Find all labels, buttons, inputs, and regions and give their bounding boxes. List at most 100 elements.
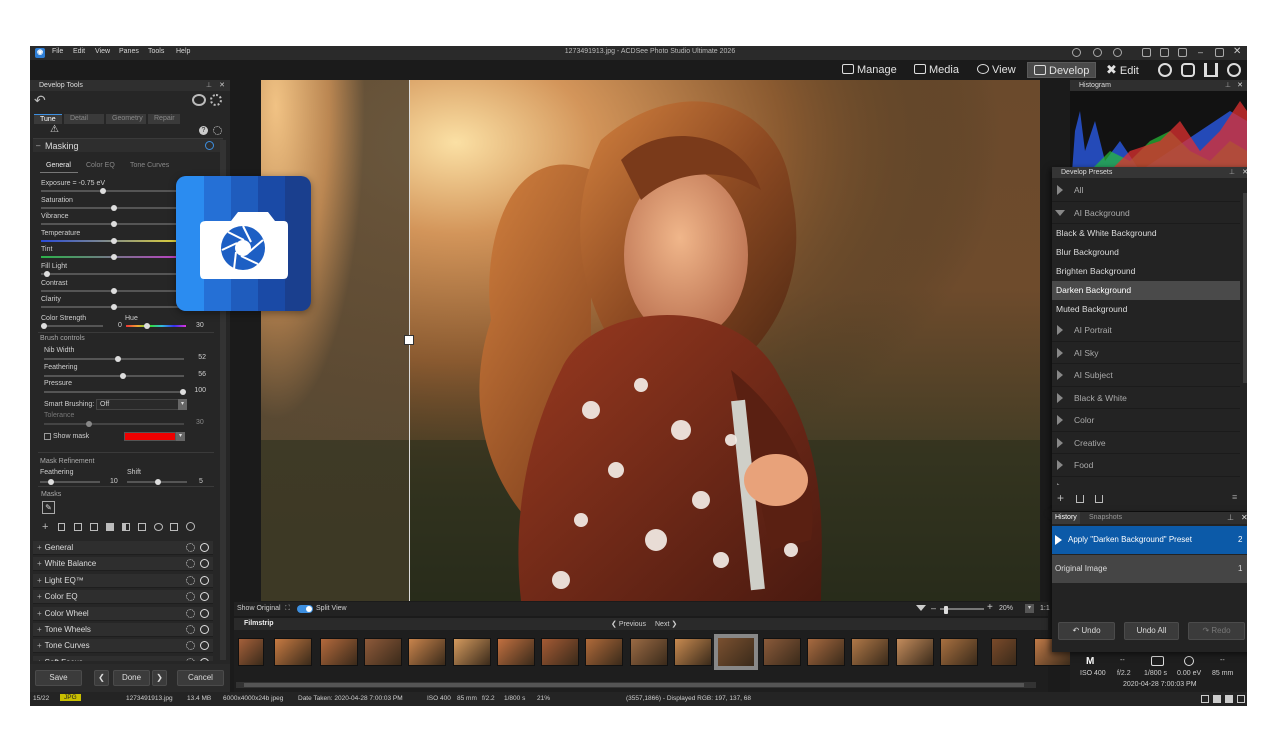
feedback-icon[interactable]	[1072, 48, 1081, 57]
help-icon[interactable]: ?	[199, 126, 208, 135]
masking-header[interactable]: – Masking	[33, 138, 223, 152]
section-soft-focus[interactable]: +Soft Focus	[33, 655, 213, 661]
section-gear-icon[interactable]	[186, 625, 195, 634]
thumbnail[interactable]	[453, 638, 491, 666]
preset-category[interactable]: AI Portrait	[1052, 319, 1240, 342]
history-row-current[interactable]: Apply "Darken Background" Preset 2	[1052, 526, 1247, 554]
preset-category[interactable]: General	[1052, 477, 1240, 485]
section-gear-icon[interactable]	[186, 559, 195, 569]
reset-icon[interactable]	[192, 94, 206, 106]
cloud-icon[interactable]	[1181, 63, 1195, 77]
365-icon[interactable]	[1158, 63, 1172, 77]
color-strength-slider[interactable]	[41, 323, 103, 329]
invert-mask-icon[interactable]	[122, 523, 130, 531]
adjust-slider[interactable]	[41, 188, 185, 194]
close-panel-icon[interactable]: ✕	[219, 80, 225, 91]
tab-snapshots[interactable]: Snapshots	[1089, 514, 1122, 521]
close-window-icon[interactable]: ✕	[1233, 46, 1241, 57]
menu-file[interactable]: File	[52, 48, 63, 55]
slider-knob[interactable]	[41, 323, 47, 329]
zoom-menu-icon[interactable]	[916, 605, 926, 611]
slider-knob[interactable]	[114, 356, 121, 362]
target-mask-icon[interactable]	[186, 522, 195, 531]
slider-knob[interactable]	[144, 323, 150, 329]
chevron-down-icon[interactable]: ▾	[178, 399, 187, 410]
slider-knob[interactable]	[99, 188, 106, 194]
preset-category[interactable]: Creative	[1052, 432, 1240, 454]
undo-all-button[interactable]: Undo All	[1124, 622, 1179, 640]
preset-menu-icon[interactable]: ≡	[1232, 492, 1237, 502]
notifications-icon[interactable]	[1113, 48, 1122, 57]
menu-tools[interactable]: Tools	[148, 48, 164, 55]
tab-geometry[interactable]: Geometry	[106, 114, 146, 124]
info-icon[interactable]	[1237, 695, 1245, 703]
paste-mask-icon[interactable]	[90, 523, 98, 531]
slider-knob[interactable]	[155, 479, 161, 485]
import-preset-icon[interactable]	[1076, 495, 1084, 503]
masking-toggle-icon[interactable]	[205, 141, 214, 150]
zoom-in-icon[interactable]: +	[987, 602, 993, 613]
dashboard-icon[interactable]	[1204, 63, 1218, 77]
next-image-button[interactable]: ❯	[152, 670, 167, 686]
close-panel-icon[interactable]: ✕	[1237, 80, 1243, 91]
thumbnail[interactable]	[674, 638, 712, 666]
thumbnail[interactable]	[274, 638, 312, 666]
split-view-switch[interactable]	[297, 605, 313, 613]
preset-item[interactable]: Brighten Background	[1052, 262, 1240, 281]
section-toggle-icon[interactable]	[200, 592, 209, 602]
section-color-eq[interactable]: + Color EQ	[33, 590, 213, 605]
pin-icon[interactable]: ⊥	[1225, 80, 1231, 91]
zoom-slider[interactable]	[940, 606, 984, 614]
slider-knob[interactable]	[86, 421, 92, 427]
options-gear-icon[interactable]	[213, 126, 222, 135]
slider-knob[interactable]	[111, 254, 117, 261]
subtab-general[interactable]: General	[46, 162, 71, 169]
scroll-thumb[interactable]	[244, 683, 1024, 687]
refine-feathering-slider[interactable]	[40, 479, 100, 485]
mode-view[interactable]: View	[971, 62, 1022, 78]
adjust-slider[interactable]	[41, 254, 185, 261]
thumbnail[interactable]	[630, 638, 668, 666]
view-icon[interactable]	[1201, 695, 1209, 703]
thumbnail[interactable]	[497, 638, 535, 666]
undo-button[interactable]: ↶ Undo	[1058, 622, 1115, 640]
smart-brushing-select[interactable]: Off	[96, 399, 186, 410]
section-toggle-icon[interactable]	[200, 608, 209, 618]
minimize-icon[interactable]: –	[1198, 47, 1203, 57]
brush-slider[interactable]	[44, 356, 184, 362]
close-panel-icon[interactable]: ✕	[1241, 513, 1247, 522]
slider-knob[interactable]	[111, 237, 117, 244]
brush-tool-icon[interactable]: ✎	[42, 501, 55, 514]
thumbnail[interactable]	[851, 638, 889, 666]
mask-color-swatch[interactable]	[124, 432, 176, 441]
photo-canvas[interactable]	[261, 80, 1040, 601]
previous-image-button[interactable]: ❮	[94, 670, 109, 686]
tab-tune[interactable]: Tune	[34, 114, 62, 124]
cancel-button[interactable]: Cancel	[177, 670, 224, 686]
layout-full-icon[interactable]	[1160, 48, 1169, 57]
slider-knob[interactable]	[111, 204, 117, 211]
slider-knob[interactable]	[944, 606, 948, 614]
slider-knob[interactable]	[48, 479, 54, 485]
section-toggle-icon[interactable]	[200, 657, 209, 661]
section-gear-icon[interactable]	[186, 592, 195, 602]
tolerance-slider[interactable]	[44, 421, 184, 427]
copy-mask-icon[interactable]	[74, 523, 82, 531]
split-view-handle[interactable]	[404, 335, 414, 345]
preset-item[interactable]: Darken Background	[1052, 281, 1240, 300]
pin-icon[interactable]: ⊥	[206, 80, 212, 91]
adjust-slider[interactable]	[41, 237, 185, 244]
save-button[interactable]: Save	[35, 670, 82, 686]
preset-category[interactable]: Food	[1052, 454, 1240, 477]
thumbnail-selected[interactable]	[714, 634, 758, 670]
pin-icon[interactable]: ⊥	[1227, 513, 1234, 522]
thumbnail[interactable]	[807, 638, 845, 666]
show-mask-checkbox[interactable]	[44, 433, 51, 440]
adjust-slider[interactable]	[41, 287, 185, 294]
presets-scrollbar[interactable]	[1243, 193, 1247, 383]
adjust-slider[interactable]	[41, 204, 185, 211]
add-mask-icon[interactable]: +	[42, 521, 48, 533]
tab-repair[interactable]: Repair	[148, 114, 180, 124]
refresh-icon[interactable]	[1227, 63, 1241, 77]
hue-slider[interactable]	[126, 323, 186, 329]
